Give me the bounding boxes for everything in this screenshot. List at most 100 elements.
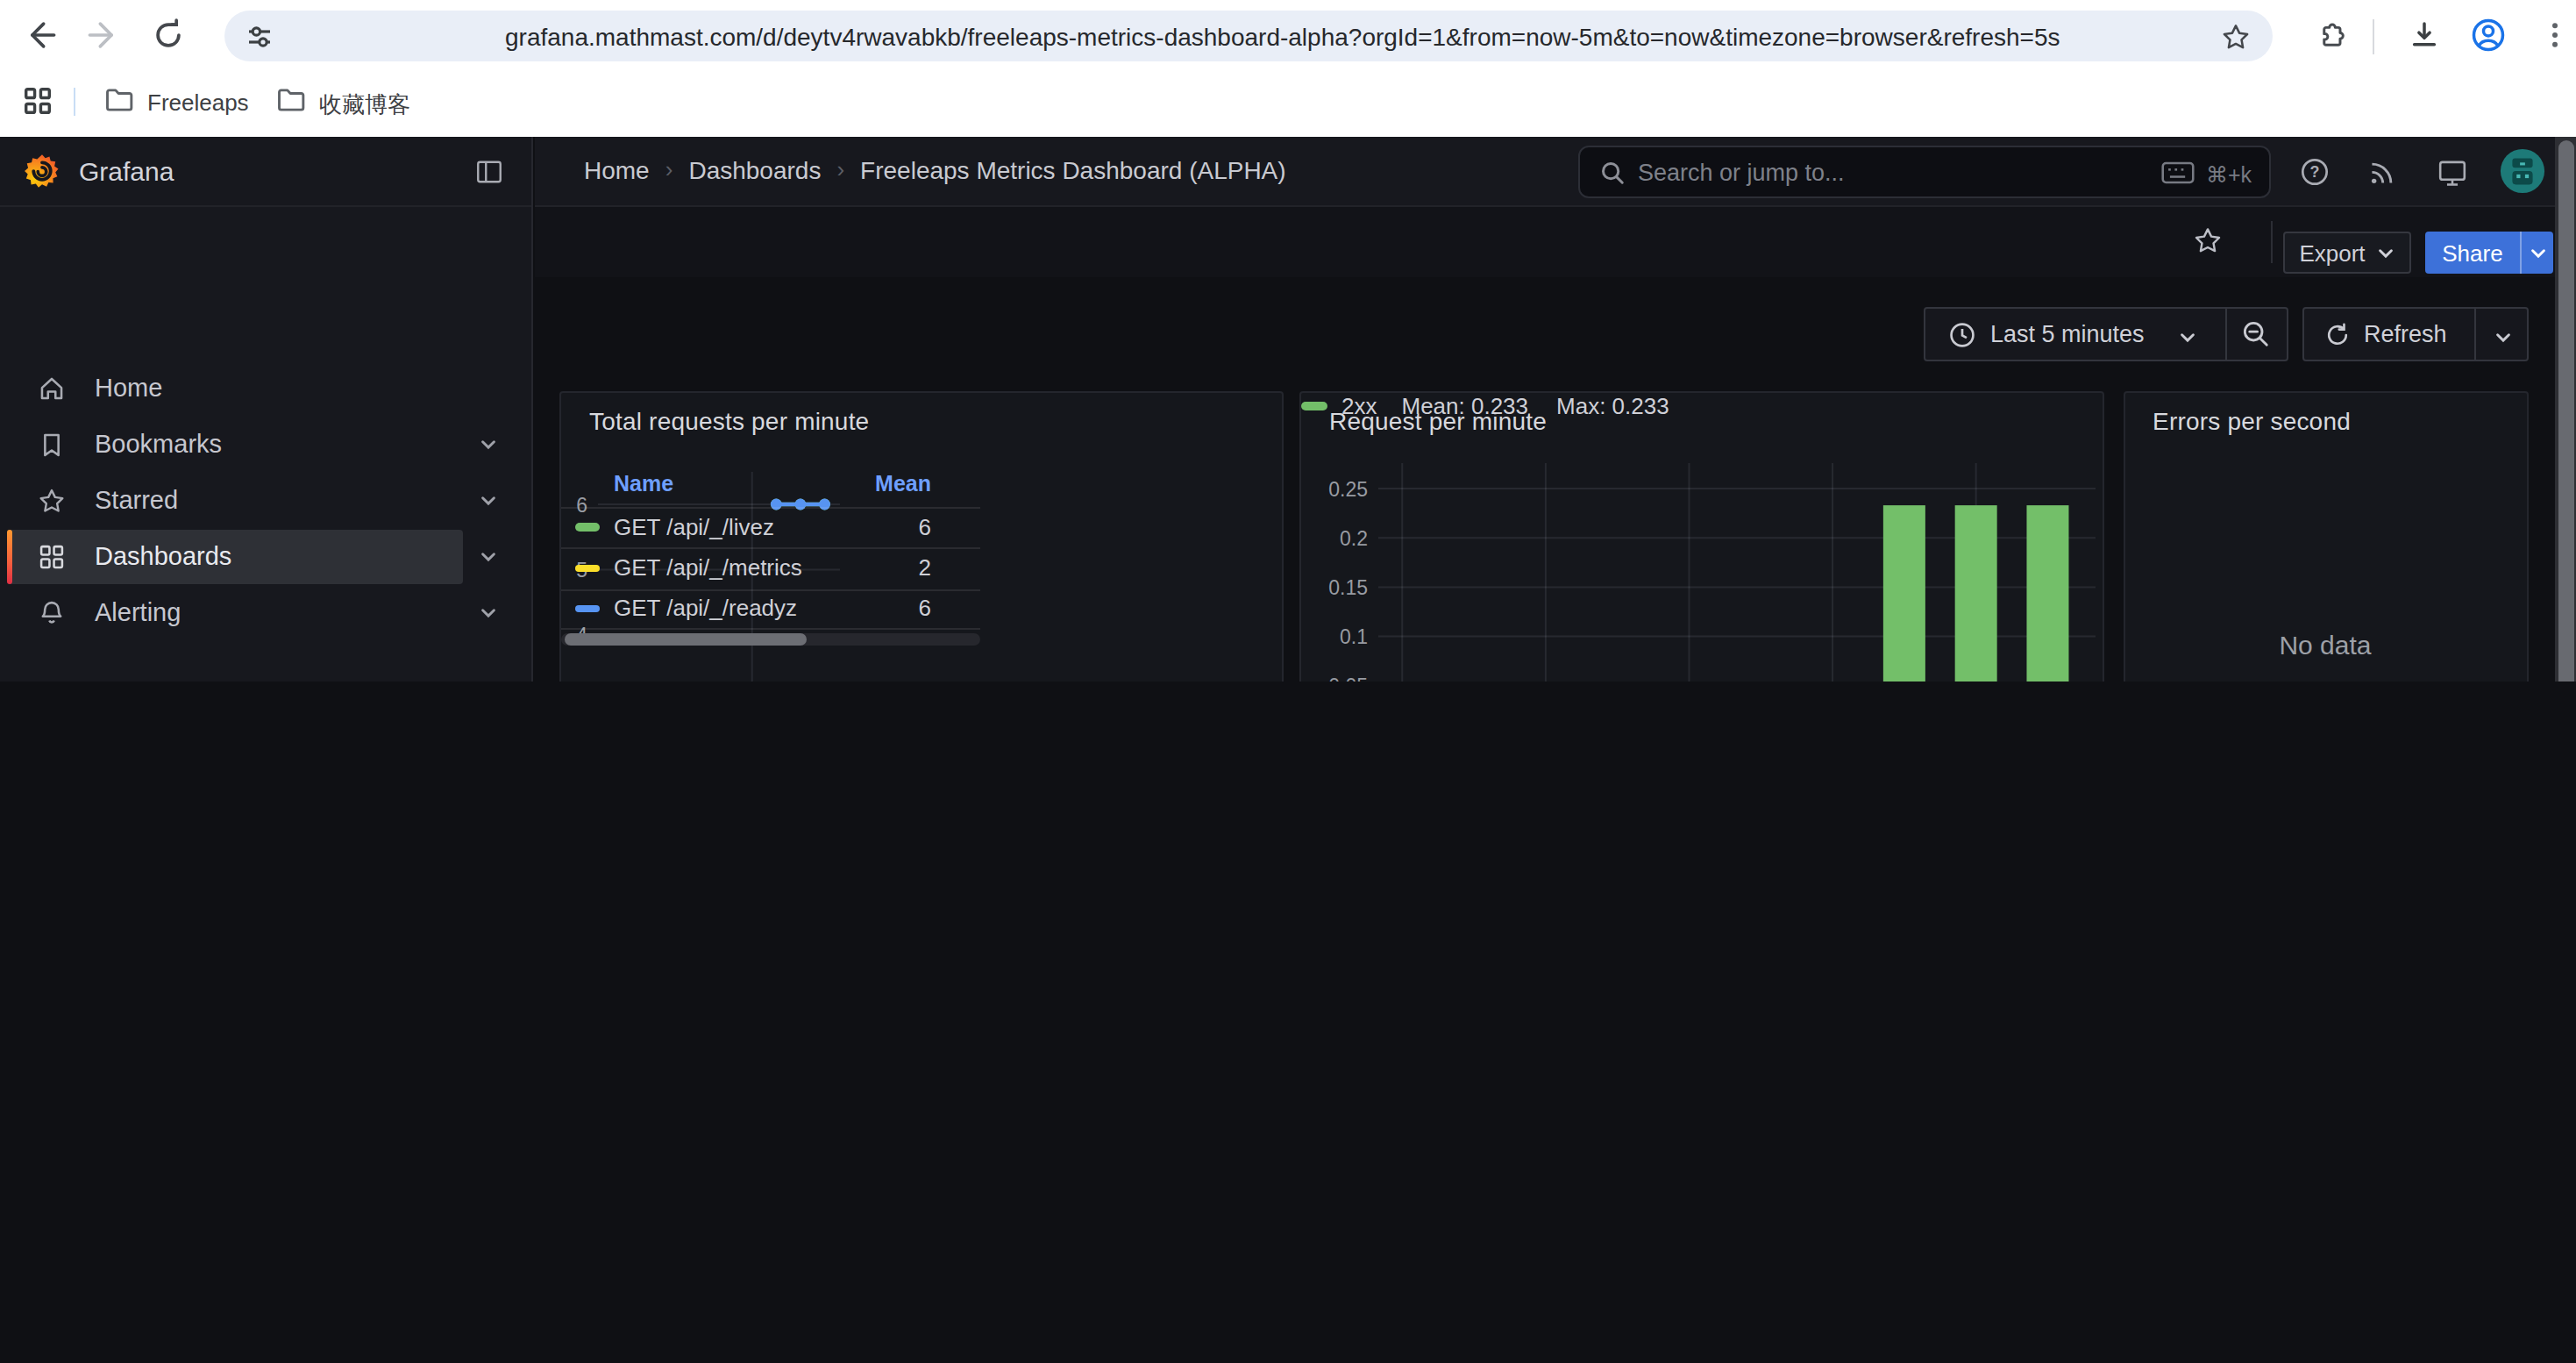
legend-header-mean[interactable]: Mean bbox=[561, 470, 931, 498]
grafana-app: Grafana Home Bookmarks Starred Dashboards Al… bbox=[0, 137, 2576, 682]
bookmark-item[interactable]: Freeleaps bbox=[147, 89, 249, 116]
legend-separator bbox=[561, 627, 979, 629]
browser-chrome: grafana.mathmast.com/d/deytv4rwavabkb/fr… bbox=[0, 0, 2576, 137]
grid-icon bbox=[37, 542, 67, 572]
folder-icon bbox=[275, 84, 307, 116]
toolbar-divider bbox=[2373, 19, 2374, 54]
y-tick-label: 0.2 bbox=[1270, 525, 1368, 550]
panel-title[interactable]: Errors per second bbox=[2153, 407, 2351, 435]
sidebar-item-label: Dashboards bbox=[95, 542, 231, 570]
subheader-divider bbox=[2271, 221, 2273, 263]
breadcrumb-current: Freeleaps Metrics Dashboard (ALPHA) bbox=[860, 156, 1286, 184]
brand-name: Grafana bbox=[79, 156, 174, 186]
chevron-down-icon bbox=[2494, 328, 2513, 347]
time-range-picker[interactable]: Last 5 minutes bbox=[1924, 307, 2288, 361]
zoom-out-icon[interactable] bbox=[2241, 319, 2271, 349]
download-icon[interactable] bbox=[2406, 18, 2443, 54]
bookmark-icon bbox=[37, 430, 67, 460]
star-icon bbox=[37, 486, 67, 516]
clock-icon bbox=[1948, 321, 1976, 349]
forward-icon[interactable] bbox=[84, 16, 123, 54]
legend-scrollbar-thumb[interactable] bbox=[565, 633, 808, 646]
bookmark-star-icon[interactable] bbox=[2220, 21, 2252, 53]
home-icon bbox=[37, 374, 67, 403]
y-tick-label: 0.15 bbox=[1270, 574, 1368, 599]
monitor-icon[interactable] bbox=[2436, 156, 2469, 189]
reload-icon[interactable] bbox=[149, 16, 188, 54]
search-placeholder: Search or jump to... bbox=[1638, 160, 1845, 186]
panel-p1: Total requests per minute2345617:40NameM… bbox=[559, 391, 1284, 682]
time-range-label: Last 5 minutes bbox=[1990, 321, 2145, 347]
url-bar[interactable]: grafana.mathmast.com/d/deytv4rwavabkb/fr… bbox=[224, 11, 2273, 61]
sidebar-item-label: Starred bbox=[95, 486, 178, 514]
dashboard-subheader: Export Share bbox=[535, 207, 2576, 277]
refresh-picker[interactable]: Refresh bbox=[2302, 307, 2529, 361]
control-divider bbox=[2225, 309, 2227, 360]
legend-mean-value: 6 bbox=[561, 595, 931, 623]
bookmarks-divider bbox=[74, 88, 75, 116]
favorite-star-icon[interactable] bbox=[2192, 225, 2224, 256]
no-data-text: No data bbox=[2124, 630, 2526, 660]
site-settings-icon[interactable] bbox=[246, 23, 274, 51]
bell-icon bbox=[37, 598, 67, 628]
legend-separator bbox=[561, 589, 979, 590]
legend-mean-value: 6 bbox=[561, 513, 931, 541]
profile-icon[interactable] bbox=[2469, 16, 2508, 54]
export-label: Export bbox=[2299, 239, 2365, 266]
rss-icon[interactable] bbox=[2367, 158, 2397, 188]
user-avatar[interactable] bbox=[2499, 147, 2546, 195]
breadcrumb-home[interactable]: Home bbox=[584, 156, 650, 184]
back-icon[interactable] bbox=[21, 16, 60, 54]
legend-separator bbox=[561, 506, 979, 508]
bookmark-item[interactable]: 收藏博客 bbox=[319, 89, 410, 121]
sidebar-logo-row: Grafana bbox=[0, 137, 531, 207]
breadcrumb: Home › Dashboards › Freeleaps Metrics Da… bbox=[584, 156, 1286, 184]
search-icon bbox=[1599, 160, 1626, 186]
panel-p2: Request per minute00.050.10.150.20.2517:… bbox=[1299, 391, 2104, 682]
y-tick-label: 0.05 bbox=[1270, 674, 1368, 682]
svg-text:?: ? bbox=[2310, 163, 2320, 181]
control-divider bbox=[2474, 309, 2476, 360]
url-text[interactable]: grafana.mathmast.com/d/deytv4rwavabkb/fr… bbox=[505, 23, 2399, 51]
active-indicator bbox=[7, 530, 12, 584]
search-input[interactable]: Search or jump to... ⌘+k bbox=[1578, 146, 2271, 198]
chevron-down-icon[interactable] bbox=[479, 603, 498, 623]
sidebar-item-dashboards[interactable]: Dashboards bbox=[7, 530, 463, 584]
breadcrumb-sep: › bbox=[821, 156, 860, 184]
sidebar-item-bookmarks[interactable]: Bookmarks bbox=[7, 417, 463, 472]
chevron-down-icon[interactable] bbox=[479, 435, 498, 454]
keyboard-icon bbox=[2160, 160, 2195, 186]
legend-mean-value: 2 bbox=[561, 554, 931, 582]
export-button[interactable]: Export bbox=[2283, 232, 2411, 274]
breadcrumb-dashboards[interactable]: Dashboards bbox=[688, 156, 821, 184]
share-label: Share bbox=[2442, 239, 2502, 266]
sidebar: Grafana Home Bookmarks Starred Dashboards Al… bbox=[0, 137, 533, 682]
refresh-icon bbox=[2323, 321, 2352, 349]
folder-icon bbox=[103, 84, 135, 116]
sidebar-item-label: Home bbox=[95, 374, 162, 402]
panel-p3: Errors per second No data bbox=[2123, 391, 2528, 682]
app-header: Home › Dashboards › Freeleaps Metrics Da… bbox=[535, 137, 2576, 207]
dock-sidebar-icon[interactable] bbox=[473, 156, 505, 188]
share-menu-button[interactable] bbox=[2520, 232, 2553, 274]
extensions-icon[interactable] bbox=[2313, 18, 2350, 54]
search-shortcut: ⌘+k bbox=[2206, 161, 2252, 188]
legend-separator bbox=[561, 547, 979, 549]
grafana-logo[interactable] bbox=[23, 153, 61, 191]
sidebar-item-home[interactable]: Home bbox=[7, 361, 463, 416]
y-tick-label: 0.1 bbox=[1270, 624, 1368, 649]
page-scrollbar-thumb[interactable] bbox=[2558, 140, 2573, 682]
chevron-down-icon bbox=[2178, 328, 2197, 347]
refresh-label: Refresh bbox=[2364, 321, 2447, 347]
screen: grafana.mathmast.com/d/deytv4rwavabkb/fr… bbox=[0, 0, 2576, 682]
sidebar-item-starred[interactable]: Starred bbox=[7, 474, 463, 528]
sidebar-item-label: Bookmarks bbox=[95, 430, 222, 458]
sidebar-item-alerting[interactable]: Alerting bbox=[7, 586, 463, 640]
share-button[interactable]: Share bbox=[2425, 232, 2520, 274]
apps-grid-icon[interactable] bbox=[21, 84, 54, 118]
y-tick-label: 0.25 bbox=[1270, 476, 1368, 501]
sidebar-item-label: Alerting bbox=[95, 598, 181, 626]
help-icon[interactable]: ? bbox=[2299, 156, 2330, 188]
breadcrumb-sep: › bbox=[650, 156, 689, 184]
browser-menu-icon[interactable] bbox=[2537, 18, 2572, 53]
